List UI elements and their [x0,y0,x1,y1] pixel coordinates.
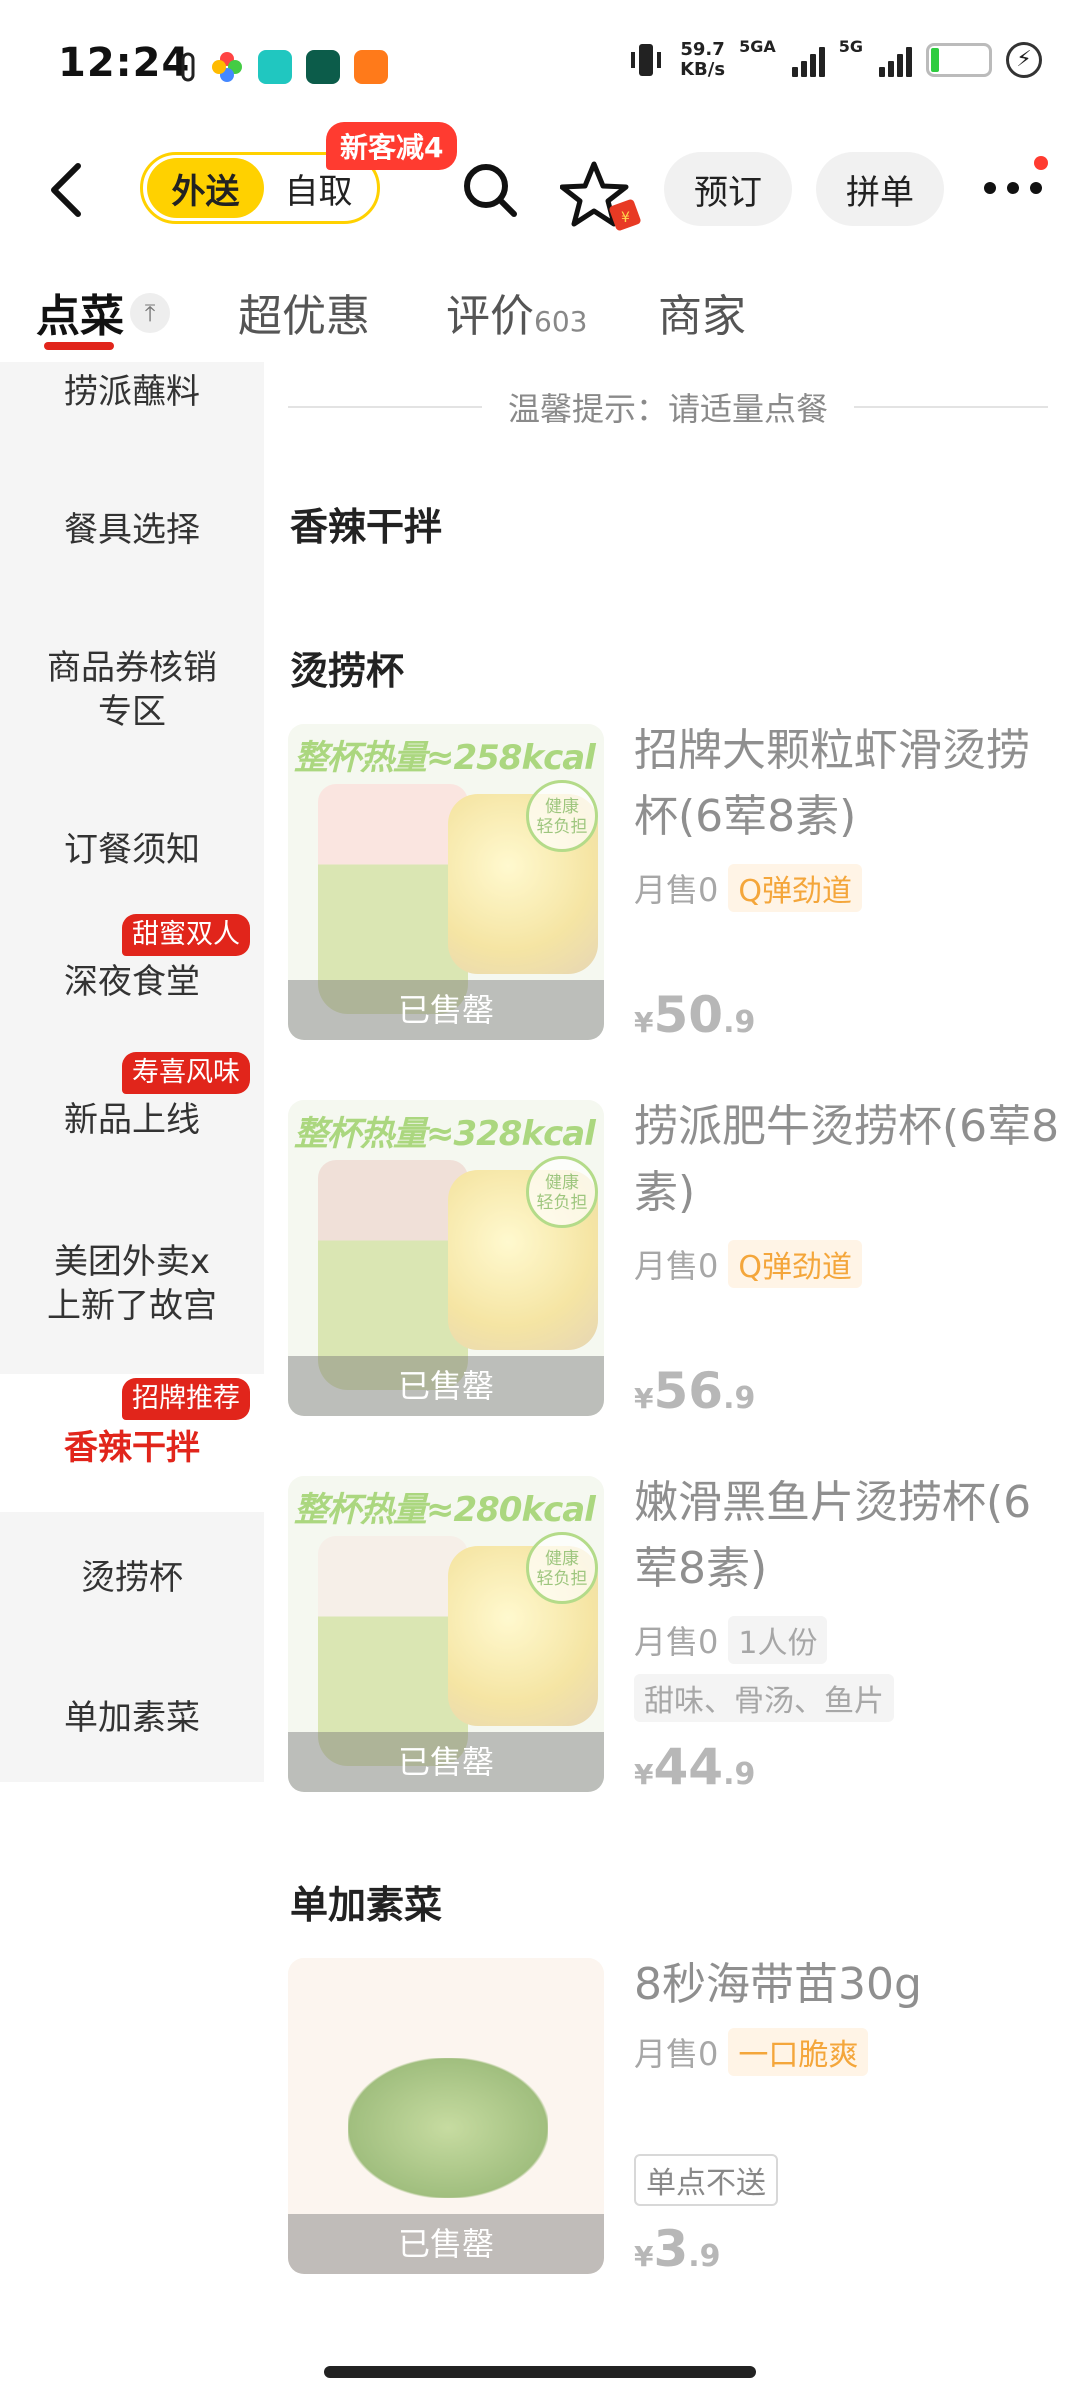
collapse-up-icon[interactable]: ⤒ [130,293,170,333]
reminder-banner: 温馨提示：请适量点餐 [288,382,1049,432]
no-solo-delivery-tag: 单点不送 [634,2154,778,2206]
svg-text:¥: ¥ [621,210,630,226]
sales-row: 月售0 Q弹劲道 [634,864,862,912]
net-speed: 59.7 KB/s [680,39,726,80]
sidebar-item-extra-veg[interactable]: 单加素菜 [0,1696,264,1740]
app-icon-orange [354,50,388,84]
sidebar-item-order-notice[interactable]: 订餐须知 [0,828,264,872]
product-tag: Q弹劲道 [728,864,862,912]
home-indicator[interactable] [324,2366,756,2378]
tab-active-indicator [44,342,114,350]
category-sidebar: 捞派蘸料 餐具选择 商品券核销 专区 订餐须知 甜蜜双人 深夜食堂 寿喜风味 新品… [0,362,264,1782]
product-image[interactable]: 整杯热量≈258kcal 健康 轻负担 已售罄 [288,724,604,1040]
sidebar-item-hotpot-cup[interactable]: 烫捞杯 [0,1556,264,1600]
sidebar-item-late-night[interactable]: 甜蜜双人 深夜食堂 [0,914,264,1018]
product-image[interactable]: 已售罄 [288,1958,604,2274]
sidebar-item-palace-collab[interactable]: 美团外卖x 上新了故宫 [0,1240,264,1328]
back-arrow-icon[interactable] [44,160,90,220]
section-title-hotpot-cup: 烫捞杯 [290,649,405,693]
favorite-star-icon[interactable]: ¥ [560,158,650,238]
monthly-sales: 月售0 [634,1623,719,1661]
vibrate-icon [631,44,662,76]
product-card[interactable]: 整杯热量≈280kcal 健康 轻负担 已售罄 嫩滑黑鱼片烫捞杯(6荤8素) 月售… [288,1476,1068,1796]
group-order-button[interactable]: 拼单 [816,152,944,226]
reminder-text: 温馨提示：请适量点餐 [508,390,829,428]
soldout-label: 已售罄 [288,980,604,1040]
notification-dot [1034,156,1048,170]
sidebar-tag: 招牌推荐 [122,1378,250,1420]
product-image[interactable]: 整杯热量≈280kcal 健康 轻负担 已售罄 [288,1476,604,1792]
reserve-button[interactable]: 预订 [664,152,792,226]
status-bar: 12:24 59.7 KB/s 5GA 5G ⚡ [0,0,1080,130]
product-tag: Q弹劲道 [728,1240,862,1288]
monthly-sales: 月售0 [634,1247,719,1285]
product-name: 招牌大颗粒虾滑烫捞杯(6荤8素) [634,725,1030,842]
sales-row: 月售0 1人份 [634,1616,828,1664]
flavor-tag: 甜味、骨汤、鱼片 [634,1674,894,1722]
sidebar-item-utensils[interactable]: 餐具选择 [0,508,264,552]
soldout-label: 已售罄 [288,1356,604,1416]
note-row: 单点不送 [634,2154,778,2206]
battery-icon [926,43,992,77]
search-icon[interactable] [458,158,522,222]
sidebar-item-spicy-mix[interactable]: 招牌推荐 香辣干拌 [0,1374,264,1512]
product-price: ¥44.9 [634,1738,756,1796]
product-image[interactable]: 整杯热量≈328kcal 健康 轻负担 已售罄 [288,1100,604,1416]
flavor-row: 甜味、骨汤、鱼片 [634,1674,894,1722]
mode-delivery[interactable]: 外送 [147,158,264,218]
product-name: 嫩滑黑鱼片烫捞杯(6荤8素) [634,1477,1032,1594]
new-customer-badge: 新客减4 [326,122,458,170]
sidebar-tag: 甜蜜双人 [122,914,250,956]
product-price: ¥56.9 [634,1362,756,1420]
mode-pickup[interactable]: 自取 [264,164,373,213]
app-icon-cyan [258,50,292,84]
product-price: ¥3.9 [634,2220,721,2278]
signal-icon-2 [879,43,912,77]
divider [854,406,1049,408]
section-title-extra-veg: 单加素菜 [290,1883,443,1927]
camera-flower-icon [212,52,242,82]
signal-label-2: 5G [838,36,863,56]
sidebar-item-dips[interactable]: 捞派蘸料 [0,370,264,414]
charging-icon: ⚡ [1006,42,1042,78]
product-tag: 1人份 [728,1616,828,1664]
app-icon-green [306,50,340,84]
top-nav: 外送 自取 新客减4 ¥ 预订 拼单 [0,122,1080,250]
status-app-icons [180,50,388,84]
monthly-sales: 月售0 [634,2035,719,2073]
status-right: 59.7 KB/s 5GA 5G ⚡ [626,36,1042,80]
sales-row: 月售0 一口脆爽 [634,2028,869,2076]
signal-icon [791,43,825,77]
product-name: 捞派肥牛烫捞杯(6荤8素) [634,1101,1060,1218]
more-icon[interactable] [980,168,1050,208]
product-name: 8秒海带苗30g [634,1959,922,2010]
menu-list: 温馨提示：请适量点餐 香辣干拌 烫捞杯 整杯热量≈258kcal 健康 轻负担 已… [264,362,1080,2372]
product-tag: 一口脆爽 [728,2028,869,2076]
section-title-spicy-mix: 香辣干拌 [290,505,443,549]
product-card[interactable]: 整杯热量≈328kcal 健康 轻负担 已售罄 捞派肥牛烫捞杯(6荤8素) 月售0… [288,1100,1068,1420]
product-card[interactable]: 整杯热量≈258kcal 健康 轻负担 已售罄 招牌大颗粒虾滑烫捞杯(6荤8素) … [288,724,1068,1044]
sidebar-item-new-products[interactable]: 寿喜风味 新品上线 [0,1052,264,1156]
monthly-sales: 月售0 [634,871,719,909]
soldout-label: 已售罄 [288,2214,604,2274]
tab-merchant[interactable]: 商家 [658,280,746,344]
review-count: 603 [534,305,588,338]
sidebar-item-coupon-zone[interactable]: 商品券核销 专区 [0,646,264,734]
sales-row: 月售0 Q弹劲道 [634,1240,862,1288]
signal-label-1: 5GA [739,36,776,56]
tab-deals[interactable]: 超优惠 [238,280,370,344]
divider [288,406,482,408]
tab-reviews[interactable]: 评价603 [446,280,587,344]
soldout-label: 已售罄 [288,1732,604,1792]
sidebar-tag: 寿喜风味 [122,1052,250,1094]
tab-bar: 点菜 ⤒ 超优惠 评价603 商家 [0,262,1080,362]
link-icon [181,52,195,82]
product-price: ¥50.9 [634,986,756,1044]
product-card[interactable]: 已售罄 8秒海带苗30g 月售0 一口脆爽 单点不送 ¥3.9 [288,1958,1068,2278]
status-time: 12:24 [58,40,191,86]
tab-order[interactable]: 点菜 ⤒ [36,280,170,344]
